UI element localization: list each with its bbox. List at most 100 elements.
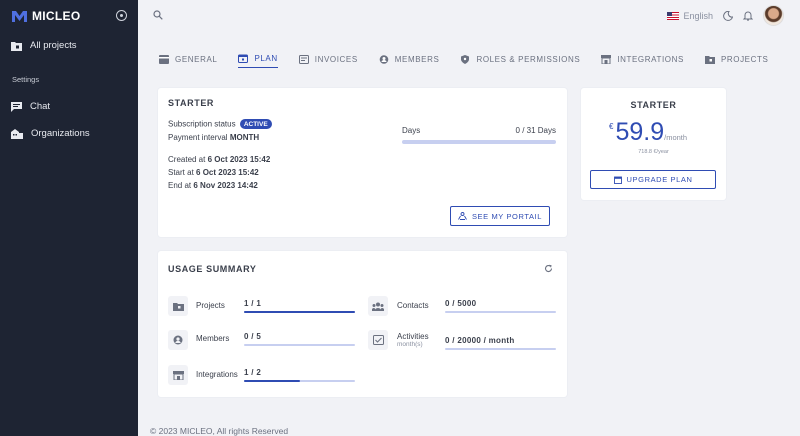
brand-name: MICLEO [32,9,81,23]
created-at-row: Created at 6 Oct 2023 15:42 [168,155,270,164]
tab-general[interactable]: GENERAL [159,50,217,68]
invoice-icon [298,54,309,64]
usage-item-projects [168,296,188,316]
portal-icon [458,212,467,220]
tab-label: PROJECTS [720,54,769,64]
avatar[interactable] [763,5,784,26]
contacts-icon [368,296,388,316]
sidebar-item-label: Chat [30,101,51,112]
language-selector[interactable]: English [667,11,713,21]
price-display: € 59.9 /month [609,119,687,145]
sidebar: MICLEO All projects Settings Chat Organi… [0,0,138,436]
usage-bar-activities [445,348,556,350]
usage-item-integrations [168,365,188,385]
topbar-actions: English [667,5,784,26]
status-badge: ACTIVE [239,119,272,129]
payment-interval-label: Payment interval [168,133,228,142]
store-icon [601,54,612,64]
tab-label: ROLES & PERMISSIONS [476,54,581,64]
price-amount: 59.9 [615,118,665,146]
days-label: Days [402,126,421,135]
sidebar-item-label: Organizations [31,128,90,139]
user-icon [379,54,389,64]
tab-integrations[interactable]: INTEGRATIONS [601,50,684,68]
see-portal-label: SEE MY PORTAIL [471,211,543,221]
activity-icon [368,330,388,350]
usage-name-contacts: Contacts [397,301,429,310]
folder-icon [11,41,22,51]
usage-value-activities: 0 / 20000 / month [445,336,515,345]
usage-value-contacts: 0 / 5000 [445,299,477,308]
usage-fill-projects [244,311,355,313]
usage-name-activities: Activities [397,332,429,341]
refresh-icon[interactable] [544,264,553,273]
days-value: 0 / 31 Days [515,126,556,135]
usage-item-members [168,330,188,350]
user-icon [168,330,188,350]
usage-summary-card: USAGE SUMMARY Projects 1 / 1 Contacts 0 … [158,251,567,397]
tab-label: PLAN [254,54,278,63]
usage-name-integrations: Integrations [196,370,238,379]
tab-members[interactable]: MEMBERS [379,50,440,68]
calendar-icon [613,176,622,184]
usage-summary-title: USAGE SUMMARY [168,264,257,274]
end-at-value: 6 Nov 2023 14:42 [193,181,258,190]
currency-symbol: € [609,122,614,131]
plan-card: STARTER Subscription status ACTIVE Payme… [158,88,567,237]
tab-projects[interactable]: PROJECTS [704,50,769,68]
search-icon[interactable] [153,10,163,20]
plan-title: STARTER [168,98,215,108]
subscription-status-row: Subscription status ACTIVE [168,119,272,129]
micleo-logo-icon [12,11,27,22]
shield-icon [461,54,470,64]
end-at-row: End at 6 Nov 2023 14:42 [168,181,258,190]
usage-name-activities-block: Activities month(s) [397,332,429,348]
usage-item-activities [368,330,388,350]
usage-bar-projects [244,311,355,313]
price-card: STARTER € 59.9 /month 718.8 €/year UPGRA… [581,88,726,200]
tab-roles-permissions[interactable]: ROLES & PERMISSIONS [460,50,580,68]
sidebar-section-settings: Settings [12,75,40,84]
days-progress-bar [402,140,556,144]
upgrade-plan-button[interactable]: UPGRADE PLAN [590,170,716,189]
bell-icon[interactable] [743,10,753,21]
payment-interval-value: MONTH [229,133,260,142]
building-icon [11,128,23,139]
usage-bar-integrations [244,380,355,382]
usage-name-members: Members [196,334,230,343]
moon-icon[interactable] [723,10,733,21]
folder-icon [704,55,715,64]
usage-value-members: 0 / 5 [244,332,262,341]
collapse-sidebar-icon[interactable] [116,10,127,21]
sidebar-item-label: All projects [30,40,77,51]
usage-fill-integrations [244,380,300,382]
usage-name-projects: Projects [196,301,225,310]
tab-label: INTEGRATIONS [617,54,684,64]
calendar-icon [238,54,249,63]
usage-value-projects: 1 / 1 [244,299,262,308]
sidebar-item-chat[interactable]: Chat [11,101,50,112]
store-icon [168,365,188,385]
folder-icon [168,296,188,316]
footer-copyright: © 2023 MICLEO, All rights Reserved [150,426,289,436]
usage-sub-activities: month(s) [397,341,423,348]
created-at-label: Created at [168,155,206,164]
chat-icon [11,101,22,112]
price-period: /month [664,133,688,142]
end-at-label: End at [168,181,192,190]
sidebar-item-all-projects[interactable]: All projects [11,40,76,51]
created-at-value: 6 Oct 2023 15:42 [207,155,271,164]
settings-tabs: GENERAL PLAN INVOICES MEMBERS ROLES & PE… [159,50,789,68]
brand[interactable]: MICLEO [12,9,80,23]
yearly-price: 718.8 €/year [638,149,669,155]
card-icon [159,54,169,64]
usage-value-integrations: 1 / 2 [244,368,262,377]
usage-bar-members [244,344,355,346]
tab-plan[interactable]: PLAN [238,50,278,68]
sidebar-item-organizations[interactable]: Organizations [11,128,90,139]
start-at-label: Start at [168,168,194,177]
tab-invoices[interactable]: INVOICES [298,50,358,68]
see-portal-button[interactable]: SEE MY PORTAIL [450,206,550,226]
tab-label: GENERAL [175,54,218,64]
start-at-row: Start at 6 Oct 2023 15:42 [168,168,259,177]
